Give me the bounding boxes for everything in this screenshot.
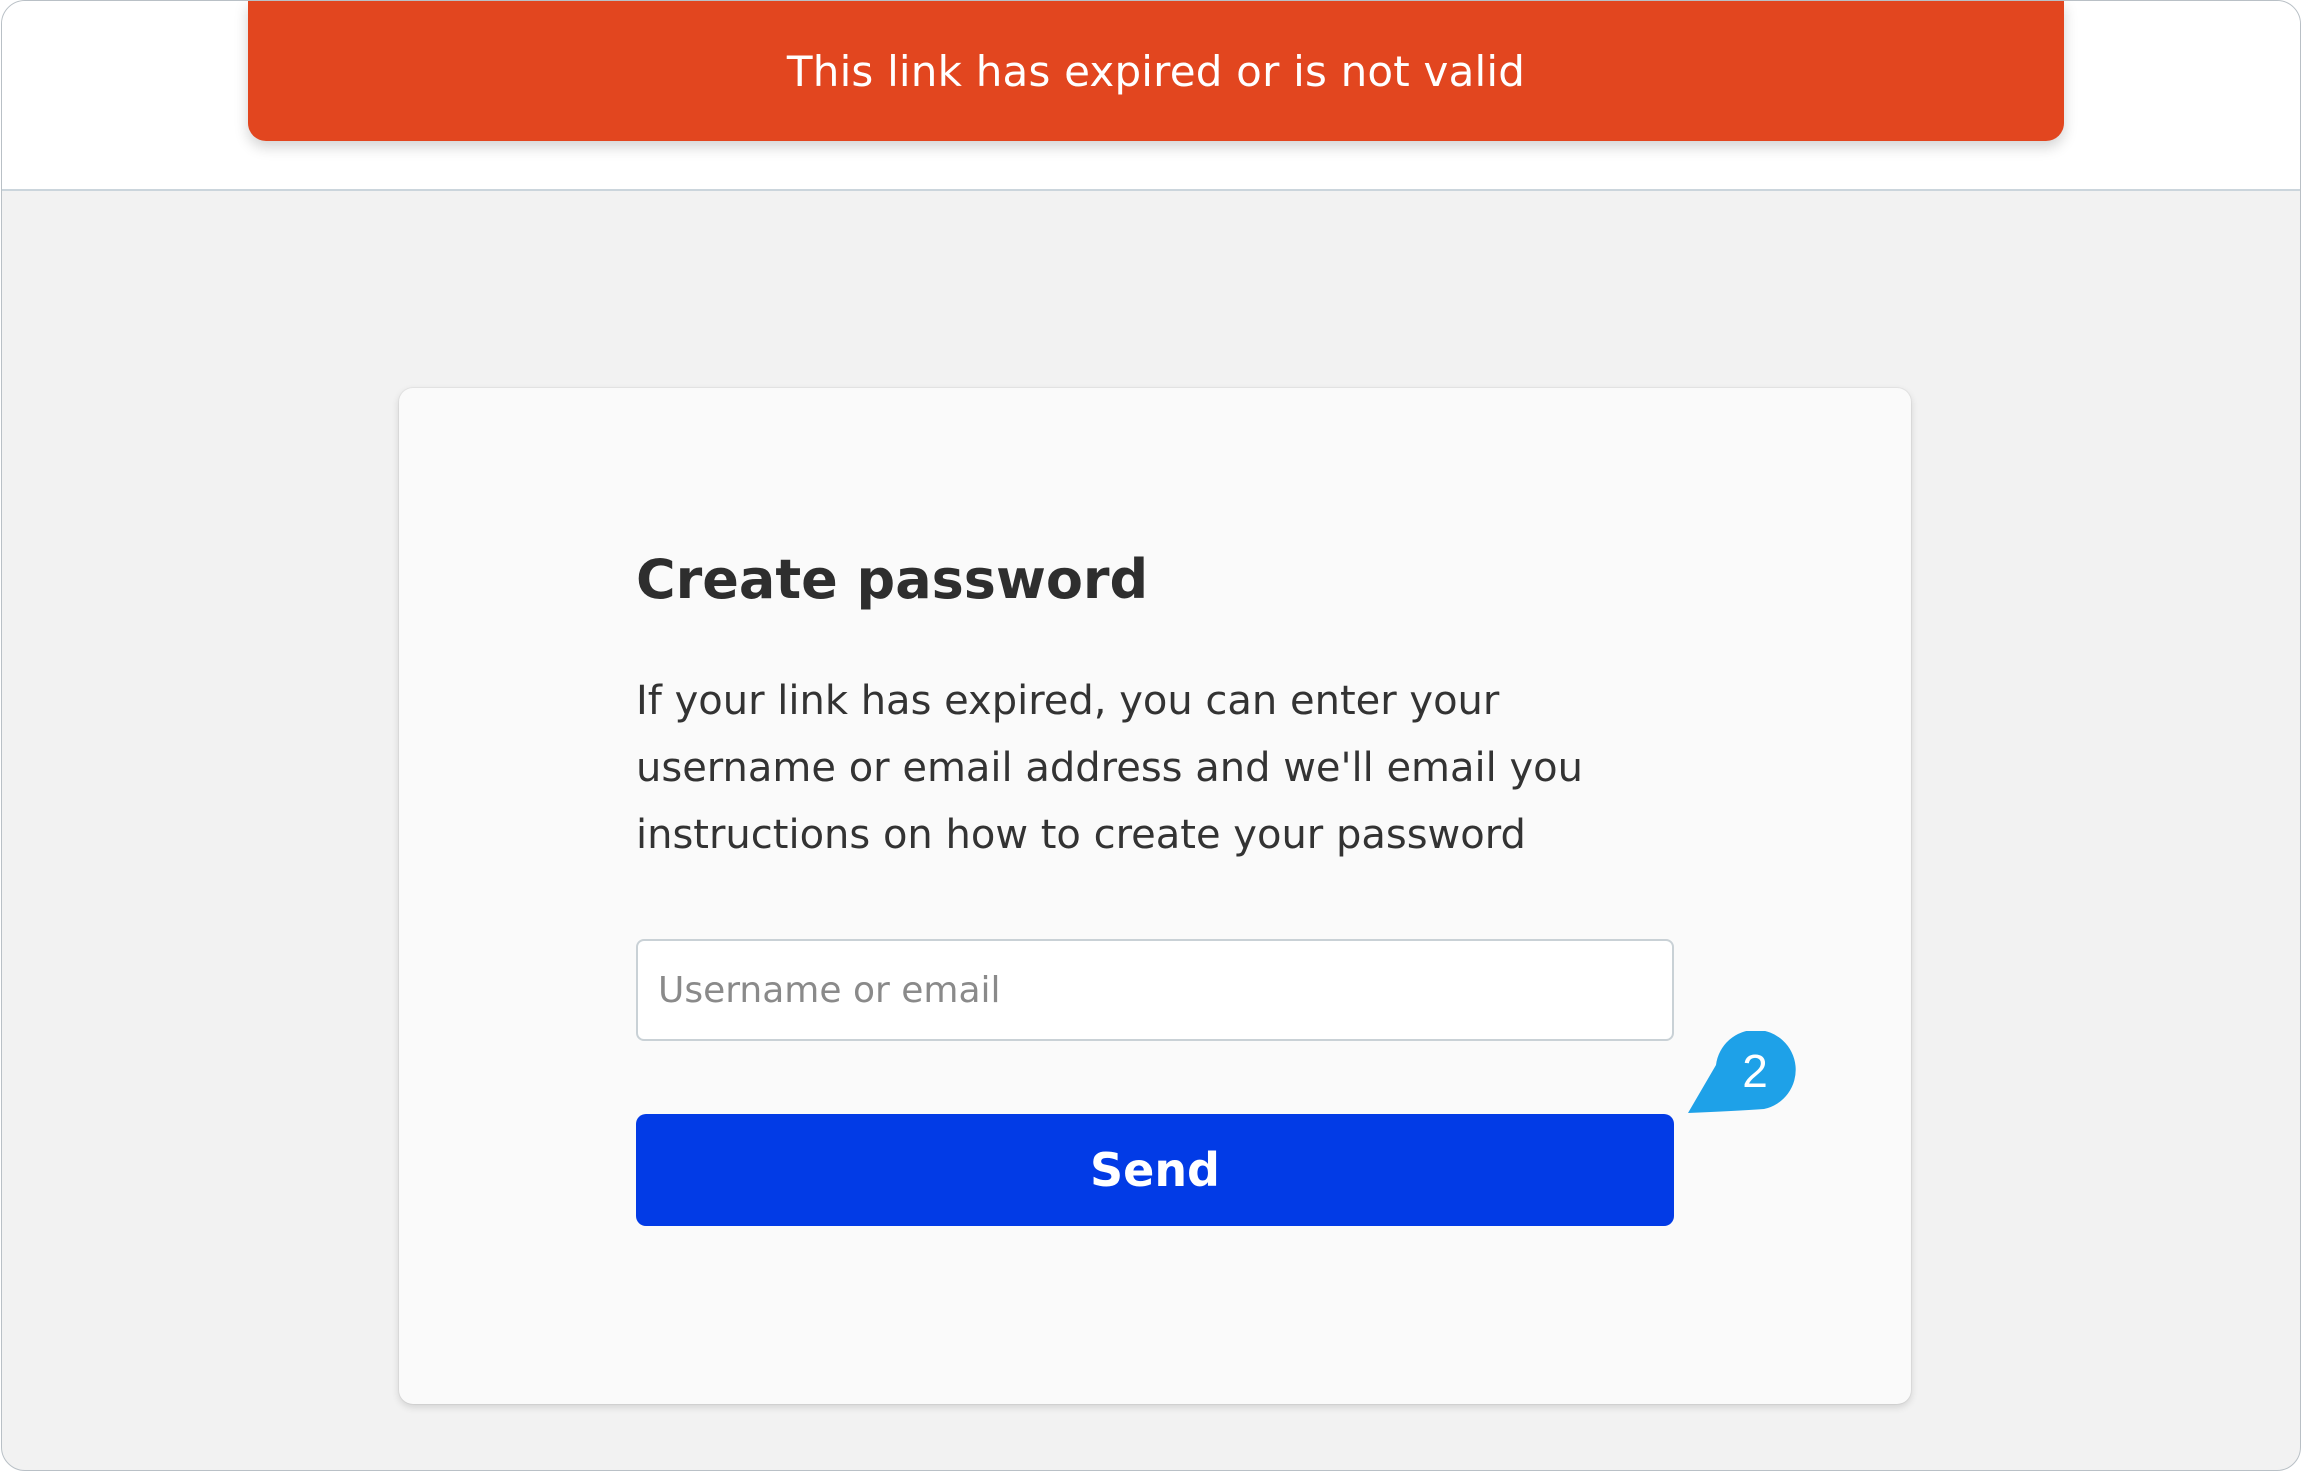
step-number-label: 2 [1742, 1045, 1768, 1097]
browser-frame: This link has expired or is not valid Cr… [1, 0, 2301, 1471]
instructions-text: If your link has expired, you can enter … [636, 678, 1583, 858]
create-password-card: Create password If your link has expired… [399, 388, 1911, 1404]
send-button[interactable]: Send [636, 1114, 1674, 1226]
username-or-email-input[interactable] [636, 939, 1674, 1041]
error-alert-message: This link has expired or is not valid [786, 46, 1526, 96]
error-alert: This link has expired or is not valid [248, 1, 2064, 141]
page-title: Create password [636, 548, 1149, 611]
top-bar: This link has expired or is not valid [2, 1, 2300, 191]
